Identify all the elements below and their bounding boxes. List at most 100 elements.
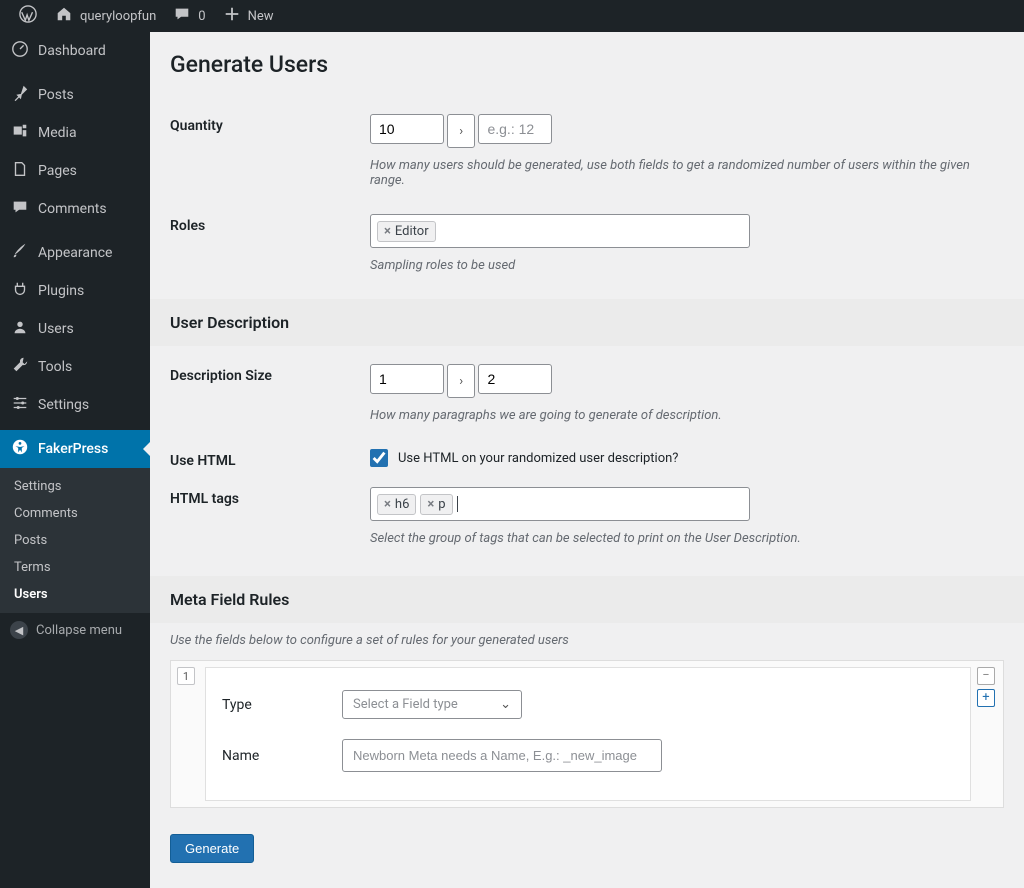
sidebar-item-tools[interactable]: Tools bbox=[0, 348, 150, 386]
row-html-tags: HTML tags × h6 × p Select the group of t… bbox=[170, 469, 1004, 576]
home-icon bbox=[54, 5, 74, 27]
collapse-label: Collapse menu bbox=[36, 623, 122, 638]
sidebar-item-label: Posts bbox=[38, 87, 74, 103]
meta-row-name: Name bbox=[222, 729, 954, 782]
pages-icon bbox=[10, 160, 30, 182]
page-title: Generate Users bbox=[170, 42, 1004, 96]
quantity-min-input[interactable] bbox=[370, 114, 444, 144]
remove-tag-icon[interactable]: × bbox=[384, 224, 391, 239]
desc-size-min-input[interactable] bbox=[370, 364, 444, 394]
quantity-max-input[interactable] bbox=[478, 114, 552, 144]
tag-label: p bbox=[438, 497, 445, 512]
submenu-users[interactable]: Users bbox=[0, 581, 150, 608]
row-use-html: Use HTML Use HTML on your randomized use… bbox=[170, 431, 1004, 469]
sidebar-item-comments[interactable]: Comments bbox=[0, 190, 150, 228]
label-quantity: Quantity bbox=[170, 114, 370, 134]
label-description-size: Description Size bbox=[170, 364, 370, 384]
text-cursor bbox=[457, 496, 458, 512]
wp-logo-menu[interactable] bbox=[10, 0, 46, 32]
collapse-menu-button[interactable]: ◀ Collapse menu bbox=[0, 613, 150, 647]
label-html-tags: HTML tags bbox=[170, 487, 370, 507]
dashboard-icon bbox=[10, 40, 30, 62]
remove-rule-button[interactable]: − bbox=[977, 667, 995, 685]
roles-tag-input[interactable]: × Editor bbox=[370, 214, 750, 248]
meta-name-label: Name bbox=[222, 748, 342, 764]
help-roles: Sampling roles to be used bbox=[370, 258, 1004, 273]
sidebar-item-dashboard[interactable]: Dashboard bbox=[0, 32, 150, 70]
sidebar-item-fakerpress[interactable]: FakerPress bbox=[0, 430, 150, 468]
admin-sidebar: Dashboard Posts Media Pages Comments App… bbox=[0, 32, 150, 888]
meta-row-type: Type Select a Field type ⌄ bbox=[222, 680, 954, 729]
section-title-meta: Meta Field Rules bbox=[170, 576, 1004, 623]
pin-icon bbox=[10, 84, 30, 106]
section-meta-rules: Meta Field Rules bbox=[150, 576, 1024, 623]
admin-bar: queryloopfun 0 New bbox=[0, 0, 1024, 32]
new-content-link[interactable]: New bbox=[214, 0, 282, 32]
comments-link[interactable]: 0 bbox=[164, 0, 213, 32]
collapse-icon: ◀ bbox=[10, 621, 28, 639]
html-tags-input[interactable]: × h6 × p bbox=[370, 487, 750, 521]
sidebar-item-label: Comments bbox=[38, 201, 107, 217]
plug-icon bbox=[10, 280, 30, 302]
use-html-checkbox[interactable] bbox=[370, 449, 388, 467]
label-roles: Roles bbox=[170, 214, 370, 234]
wrench-icon bbox=[10, 356, 30, 378]
sidebar-item-label: Settings bbox=[38, 397, 89, 413]
comments-count: 0 bbox=[198, 9, 205, 24]
submenu-settings[interactable]: Settings bbox=[0, 473, 150, 500]
sidebar-item-label: Pages bbox=[38, 163, 77, 179]
row-quantity: Quantity › How many users should be gene… bbox=[170, 96, 1004, 196]
sidebar-item-pages[interactable]: Pages bbox=[0, 152, 150, 190]
meta-help-text: Use the fields below to configure a set … bbox=[170, 633, 1004, 648]
select-placeholder: Select a Field type bbox=[353, 697, 458, 712]
section-title-user-description: User Description bbox=[170, 299, 1004, 346]
site-name-link[interactable]: queryloopfun bbox=[46, 0, 164, 32]
sidebar-item-label: Dashboard bbox=[38, 43, 106, 59]
sidebar-item-media[interactable]: Media bbox=[0, 114, 150, 152]
sidebar-item-appearance[interactable]: Appearance bbox=[0, 234, 150, 272]
submenu-posts[interactable]: Posts bbox=[0, 527, 150, 554]
html-tag-chip[interactable]: × p bbox=[420, 494, 452, 515]
generate-button[interactable]: Generate bbox=[170, 834, 254, 863]
remove-tag-icon[interactable]: × bbox=[427, 497, 434, 512]
html-tag-chip[interactable]: × h6 bbox=[377, 494, 416, 515]
meta-type-label: Type bbox=[222, 697, 342, 713]
sidebar-item-plugins[interactable]: Plugins bbox=[0, 272, 150, 310]
row-roles: Roles × Editor Sampling roles to be used bbox=[170, 196, 1004, 299]
meta-rule-index-badge: 1 bbox=[171, 661, 195, 807]
sidebar-item-label: Users bbox=[38, 321, 74, 337]
help-html-tags: Select the group of tags that can be sel… bbox=[370, 531, 1004, 546]
help-desc-size: How many paragraphs we are going to gene… bbox=[370, 408, 1004, 423]
sidebar-item-label: FakerPress bbox=[38, 441, 108, 457]
meta-rule-box: 1 Type Select a Field type ⌄ Name − + bbox=[170, 660, 1004, 808]
meta-type-select[interactable]: Select a Field type ⌄ bbox=[342, 690, 522, 719]
fakerpress-submenu: Settings Comments Posts Terms Users bbox=[0, 468, 150, 613]
media-icon bbox=[10, 122, 30, 144]
site-name: queryloopfun bbox=[80, 9, 156, 24]
role-tag-editor[interactable]: × Editor bbox=[377, 221, 436, 242]
submenu-comments[interactable]: Comments bbox=[0, 500, 150, 527]
new-label: New bbox=[248, 9, 274, 24]
tag-label: Editor bbox=[395, 224, 429, 239]
meta-name-input[interactable] bbox=[342, 739, 662, 772]
sidebar-item-posts[interactable]: Posts bbox=[0, 76, 150, 114]
main-content: Generate Users Quantity › How many users… bbox=[150, 32, 1024, 888]
sliders-icon bbox=[10, 394, 30, 416]
sidebar-item-label: Plugins bbox=[38, 283, 84, 299]
wordpress-icon bbox=[18, 5, 38, 27]
comment-icon bbox=[10, 198, 30, 220]
sidebar-item-settings[interactable]: Settings bbox=[0, 386, 150, 424]
tag-label: h6 bbox=[395, 497, 409, 512]
desc-size-max-input[interactable] bbox=[478, 364, 552, 394]
plus-icon bbox=[222, 5, 242, 27]
meta-rule-index: 1 bbox=[177, 667, 195, 685]
brush-icon bbox=[10, 242, 30, 264]
remove-tag-icon[interactable]: × bbox=[384, 497, 391, 512]
add-rule-button[interactable]: + bbox=[977, 689, 995, 707]
submenu-terms[interactable]: Terms bbox=[0, 554, 150, 581]
meta-rule-actions: − + bbox=[977, 661, 1003, 807]
sidebar-item-label: Tools bbox=[38, 359, 72, 375]
range-arrow-icon: › bbox=[447, 364, 475, 398]
range-arrow-icon: › bbox=[447, 114, 475, 148]
sidebar-item-users[interactable]: Users bbox=[0, 310, 150, 348]
